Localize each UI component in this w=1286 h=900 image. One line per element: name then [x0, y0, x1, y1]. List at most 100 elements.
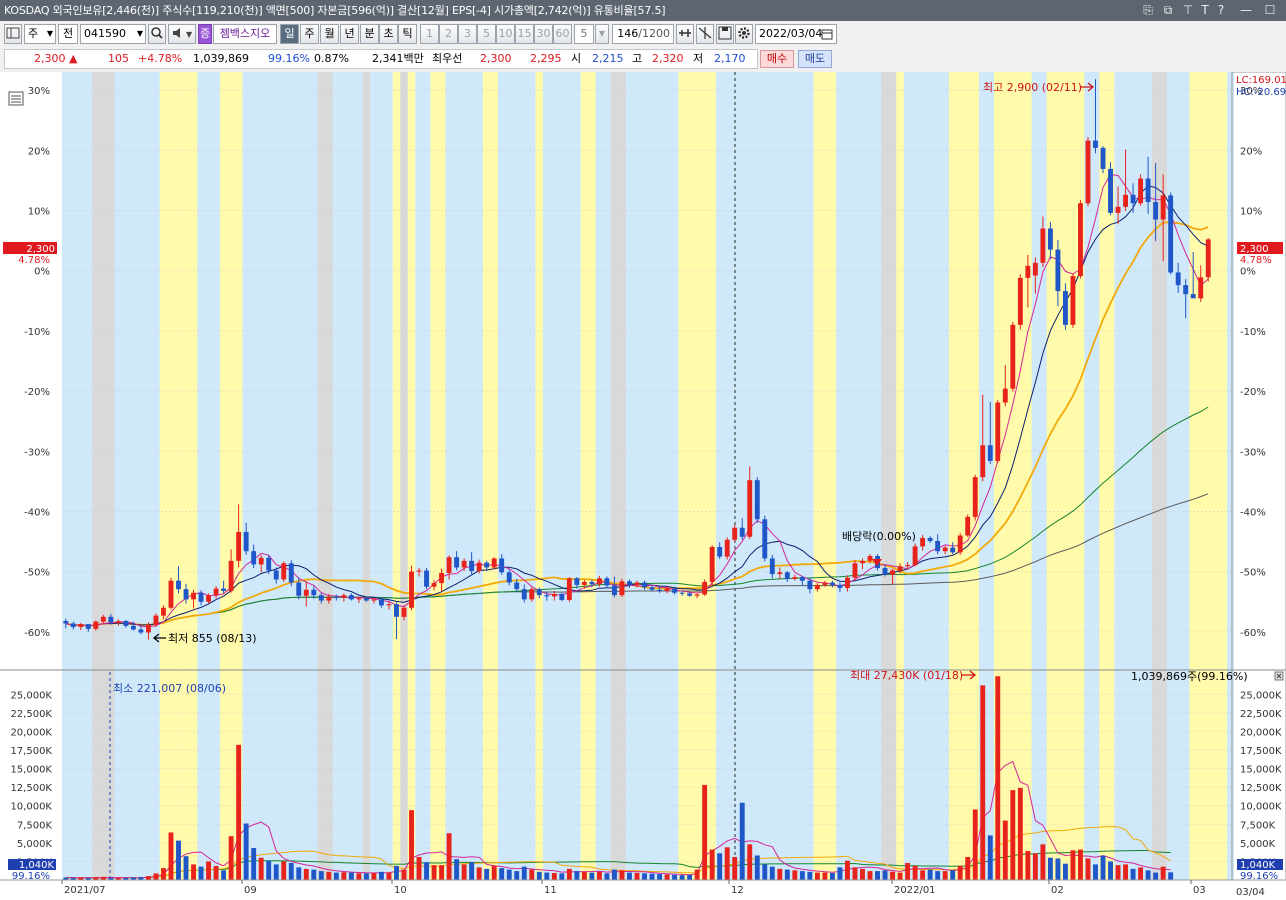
candle-body — [454, 557, 460, 568]
candle-body — [777, 572, 783, 575]
candle-body — [1040, 228, 1046, 263]
period-year-button[interactable]: 년 — [340, 24, 359, 44]
price-tick-left: 0% — [34, 267, 50, 278]
band-gray — [1151, 72, 1167, 880]
volume-bar — [784, 869, 790, 880]
volume-bar — [176, 840, 181, 880]
market-select[interactable]: 전 — [58, 24, 78, 44]
pin-icon[interactable]: ⊤ — [1180, 0, 1196, 21]
volume-bar — [807, 871, 813, 880]
panel-toggle-button[interactable] — [4, 24, 22, 44]
candle-body — [920, 537, 926, 547]
buy-button[interactable]: 매수 — [760, 50, 794, 68]
window-title: KOSDAQ 외국인보유[2,446(천)] 주식수[119,210(천)] 액… — [4, 4, 666, 17]
lc-label: LC:169.01 — [1236, 75, 1286, 86]
candle-body — [649, 587, 655, 590]
period-week-button[interactable]: 주 — [300, 24, 319, 44]
date-input[interactable]: 2022/03/04 — [755, 24, 837, 44]
search-button[interactable] — [148, 24, 166, 44]
volume-bar — [1093, 864, 1098, 880]
interval-5-button[interactable]: 5 — [477, 24, 496, 44]
volume-bar — [1108, 861, 1113, 880]
interval-30-button[interactable]: 30 — [534, 24, 553, 44]
open-label: 시 — [571, 52, 582, 65]
stock-code-input[interactable]: 041590 ▼ — [80, 24, 146, 44]
volume-bar — [529, 869, 535, 880]
candle-body — [326, 596, 332, 601]
candle-body — [942, 547, 948, 552]
period-minute-button[interactable]: 분 — [360, 24, 379, 44]
crosshair-icon — [698, 27, 712, 39]
candle-body — [589, 581, 595, 585]
volume-bar — [1078, 849, 1083, 880]
volume-tick-left: 17,500K — [10, 746, 52, 757]
volume-bar — [724, 847, 730, 880]
help-icon[interactable]: ? — [1213, 0, 1229, 21]
band-gray — [362, 72, 371, 880]
volume-bar — [281, 861, 287, 880]
interval-2-button[interactable]: 2 — [439, 24, 458, 44]
period-month-button[interactable]: 월 — [320, 24, 339, 44]
volume-bar — [642, 873, 647, 880]
period-tick-button[interactable]: 틱 — [398, 24, 417, 44]
x-tick-label: 2022/01 — [894, 885, 936, 896]
band-yellow — [430, 72, 446, 880]
interval-select[interactable]: 5 — [574, 24, 594, 44]
volume-bar — [1115, 865, 1121, 880]
draw-tools-button[interactable] — [696, 24, 714, 44]
period-day-button[interactable]: 일 — [280, 24, 299, 44]
candle-body — [957, 535, 963, 553]
volume-bar — [326, 871, 332, 880]
copy-icon[interactable]: ⧉ — [1160, 0, 1176, 21]
candle-body — [123, 621, 129, 626]
candle-body — [935, 540, 941, 552]
volume-bar — [619, 870, 625, 880]
volume-bar — [536, 871, 542, 880]
candle-body — [1138, 178, 1144, 204]
interval-dropdown-button[interactable]: ▼ — [595, 24, 609, 44]
interval-15-button[interactable]: 15 — [515, 24, 534, 44]
candle-body — [1070, 276, 1076, 325]
sound-button[interactable]: ▼ — [168, 24, 196, 44]
font-icon[interactable]: T — [1197, 0, 1213, 21]
settings-button[interactable] — [735, 24, 753, 44]
price-tick-right: -10% — [1240, 327, 1266, 338]
volume-bar — [145, 876, 151, 880]
link-icon[interactable]: ⎘ — [1140, 0, 1156, 21]
period-second-button[interactable]: 초 — [379, 24, 398, 44]
interval-10-button[interactable]: 10 — [496, 24, 515, 44]
volume-bar — [446, 833, 452, 880]
price-tick-right: -40% — [1240, 507, 1266, 518]
volume-bar — [972, 809, 978, 880]
candle-body — [822, 582, 828, 585]
interval-1-button[interactable]: 1 — [420, 24, 439, 44]
compare-button[interactable] — [676, 24, 694, 44]
interval-3-button[interactable]: 3 — [458, 24, 477, 44]
candle-body — [484, 562, 490, 568]
band-yellow — [1212, 72, 1228, 880]
stock-chart[interactable]: 30% 30%20% 20%10% 10%0% 0%-10% -10%-20% -20%-3… — [0, 72, 1286, 900]
up-arrow-icon: ▲ — [69, 52, 78, 65]
volume-bar — [431, 865, 437, 880]
search-icon — [151, 27, 163, 39]
band-yellow — [948, 72, 979, 880]
save-button[interactable] — [716, 24, 734, 44]
volume-bar — [754, 855, 760, 880]
sell-button[interactable]: 매도 — [798, 50, 832, 68]
volume-bar — [1002, 820, 1008, 880]
volume-bar — [717, 853, 723, 880]
volume-bar — [1138, 867, 1144, 880]
minimize-icon[interactable]: — — [1238, 0, 1254, 21]
x-tick-label: 2021/07 — [64, 885, 106, 896]
volume-bar — [581, 871, 587, 880]
interval-60-button[interactable]: 60 — [553, 24, 572, 44]
toolbar: 주 ▼ 전 041590 ▼ ▼ 증 젬백스지오 일 주 월 년 분 초 틱 1… — [0, 24, 1286, 46]
maximize-icon[interactable]: ☐ — [1262, 0, 1278, 21]
volume-bar — [394, 865, 399, 880]
volume-bar — [702, 784, 708, 880]
period-select[interactable]: 주 ▼ — [24, 24, 56, 44]
count-display[interactable]: 146/1200 — [612, 24, 674, 44]
volume-bar — [333, 872, 339, 880]
volume-bar — [439, 865, 445, 880]
band-yellow — [535, 72, 544, 880]
